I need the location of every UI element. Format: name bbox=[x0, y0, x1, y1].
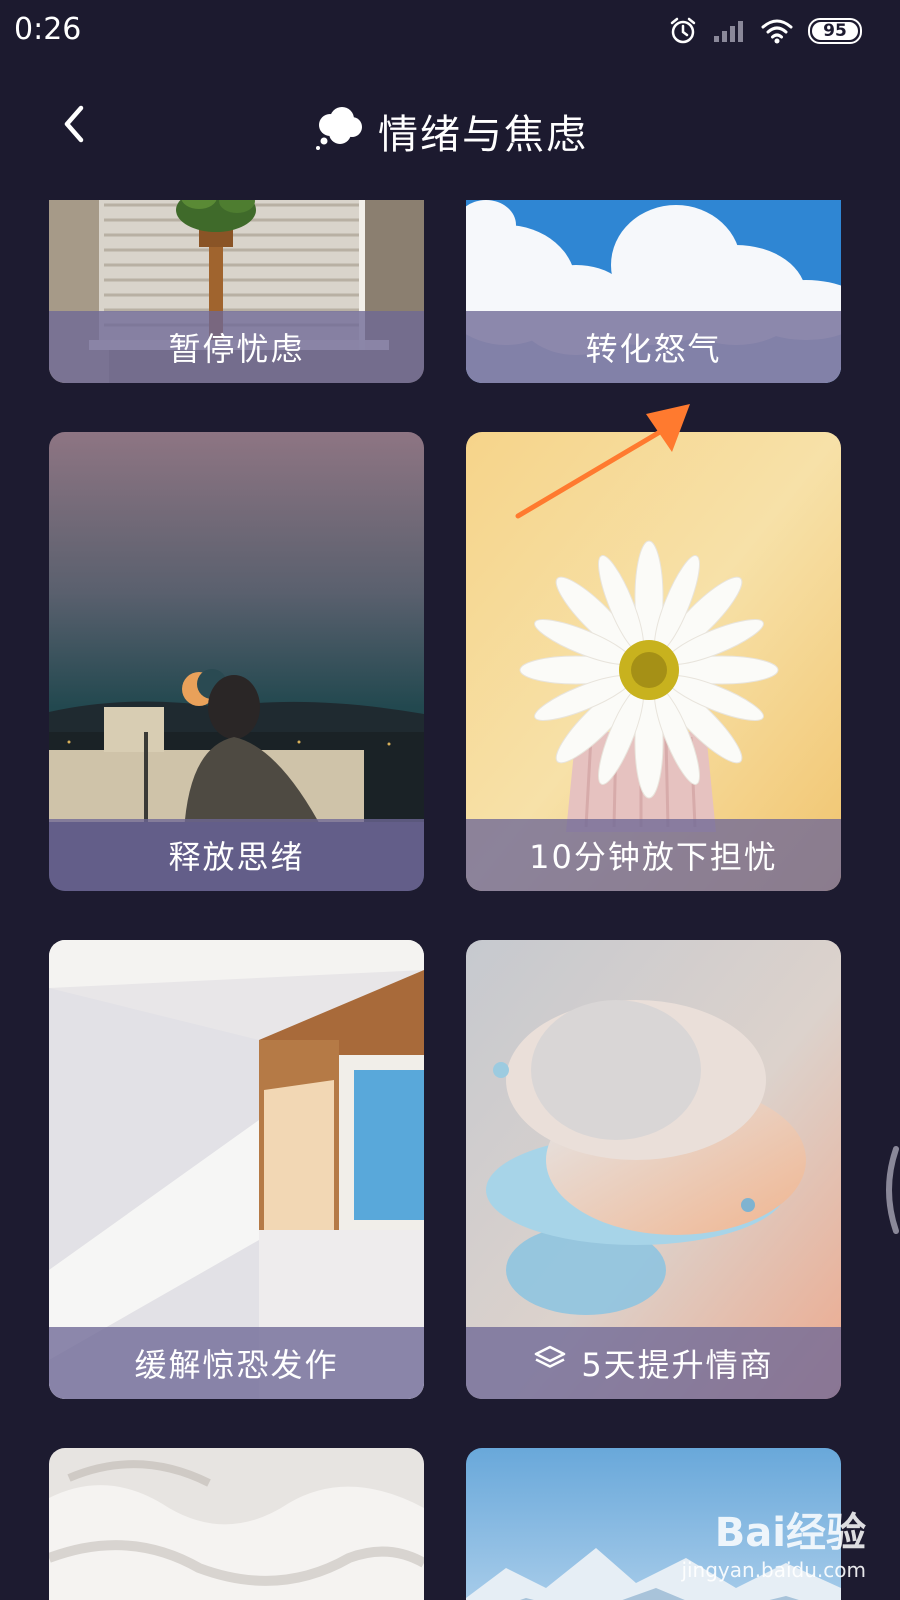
header-bar: 情绪与焦虑 bbox=[0, 62, 900, 200]
status-bar: 0:26 95 bbox=[0, 0, 900, 62]
signal-icon bbox=[712, 18, 746, 44]
card-label: 释放思绪 bbox=[49, 819, 424, 891]
card-title: 暂停忧虑 bbox=[168, 330, 305, 368]
status-time: 0:26 bbox=[14, 12, 82, 47]
annotation-arrow bbox=[515, 404, 690, 519]
card-label: 暂停忧虑 bbox=[49, 311, 424, 383]
card-ease-panic[interactable]: 缓解惊恐发作 bbox=[49, 940, 424, 1399]
card-bedding[interactable] bbox=[49, 1448, 424, 1600]
course-grid: 暂停忧虑 转化怒气 释放思绪 10分钟放下担忧 缓解惊恐发作 5天提升情商 bbox=[0, 0, 900, 1600]
page-title: 情绪与焦虑 bbox=[378, 112, 588, 158]
card-label: 10分钟放下担忧 bbox=[466, 819, 841, 891]
card-label: 缓解惊恐发作 bbox=[49, 1327, 424, 1399]
battery-icon: 95 bbox=[808, 18, 862, 44]
screen: 暂停忧虑 转化怒气 释放思绪 10分钟放下担忧 缓解惊恐发作 5天提升情商 0:… bbox=[0, 0, 900, 1600]
card-label: 转化怒气 bbox=[466, 311, 841, 383]
status-icons: 95 bbox=[668, 14, 862, 48]
card-label: 5天提升情商 bbox=[466, 1327, 841, 1399]
watermark-site: jingyan.baidu.com bbox=[681, 1558, 866, 1582]
card-title: 释放思绪 bbox=[168, 838, 305, 876]
card-title: 缓解惊恐发作 bbox=[134, 1346, 339, 1384]
card-5day-eq[interactable]: 5天提升情商 bbox=[466, 940, 841, 1399]
watermark-logo: Bai经验 bbox=[714, 1510, 866, 1556]
alarm-icon bbox=[668, 16, 698, 46]
layers-icon bbox=[533, 1344, 567, 1382]
thought-bubble-icon bbox=[312, 105, 364, 157]
title-wrap: 情绪与焦虑 bbox=[0, 102, 900, 160]
white-bedding-photo bbox=[49, 1448, 424, 1600]
card-title: 转化怒气 bbox=[585, 330, 722, 368]
watermark: Bai经验 jingyan.baidu.com bbox=[681, 1500, 866, 1582]
card-release-thoughts[interactable]: 释放思绪 bbox=[49, 432, 424, 891]
battery-level: 95 bbox=[823, 21, 847, 41]
card-title: 10分钟放下担忧 bbox=[529, 838, 778, 876]
scroll-handle[interactable] bbox=[876, 1145, 900, 1235]
card-title: 5天提升情商 bbox=[581, 1346, 774, 1384]
wifi-icon bbox=[760, 17, 794, 45]
